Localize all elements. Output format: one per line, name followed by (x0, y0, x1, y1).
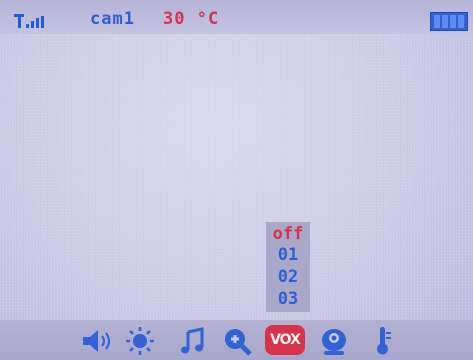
brightness-icon[interactable] (124, 326, 156, 356)
music-note-icon[interactable] (178, 326, 210, 356)
status-bar: cam1 30 °C (0, 0, 473, 34)
camera-label: cam1 (90, 9, 135, 29)
temperature-icon[interactable] (370, 326, 402, 356)
menu-item-01[interactable]: 01 (266, 245, 310, 265)
zoom-icon[interactable] (222, 326, 254, 356)
toolbar (0, 320, 473, 360)
channel-menu: off 01 02 03 (266, 222, 310, 312)
menu-item-off[interactable]: off (266, 224, 310, 244)
menu-item-03[interactable]: 03 (266, 289, 310, 309)
camera-view (0, 0, 473, 360)
signal-strength-icon (14, 14, 54, 30)
temperature-label: 30 °C (163, 9, 220, 29)
record-icon[interactable] (318, 326, 350, 356)
volume-icon[interactable] (80, 326, 112, 356)
menu-item-02[interactable]: 02 (266, 267, 310, 287)
battery-icon (430, 12, 468, 31)
vox-icon[interactable]: VOX (265, 325, 305, 355)
